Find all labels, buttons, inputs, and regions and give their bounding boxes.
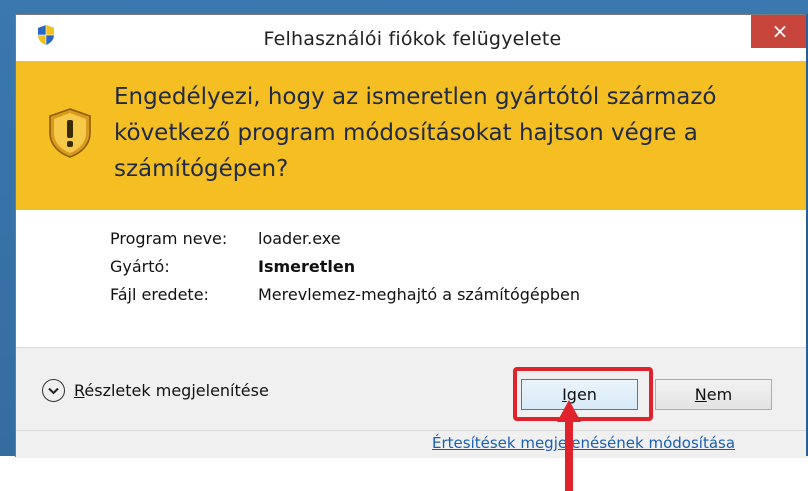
show-details-mnemonic: R (74, 381, 85, 400)
program-name-value: loader.exe (258, 229, 341, 248)
button-area: Részletek megjelenítése Igen Nem Értesít… (16, 347, 808, 458)
program-name-label: Program neve: (110, 229, 228, 248)
close-button[interactable]: × (751, 15, 808, 48)
change-notification-settings-link[interactable]: Értesítések megjelenésének módosítása (432, 434, 735, 452)
yes-button-highlight (513, 367, 653, 421)
no-mnemonic: N (694, 385, 707, 404)
publisher-value: Ismeretlen (258, 257, 356, 276)
uac-question: Engedélyezi, hogy az ismeretlen gyártótó… (114, 84, 717, 182)
title-bar: Felhasználói fiókok felügyelete × (16, 15, 808, 61)
page-bottom-margin (0, 456, 808, 491)
annotation-arrow-icon (557, 400, 581, 491)
show-details-text: észletek megjelenítése (84, 381, 269, 400)
window-title: Felhasználói fiókok felügyelete (263, 28, 562, 50)
file-origin-value: Merevlemez-meghajtó a számítógépben (258, 285, 581, 304)
warning-shield-icon (49, 108, 91, 158)
no-text: em (706, 385, 733, 404)
uac-dialog: Felhasználói fiókok felügyelete × Engedé… (15, 14, 808, 458)
warning-banner: Engedélyezi, hogy az ismeretlen gyártótó… (16, 61, 808, 210)
no-button[interactable]: Nem (655, 379, 772, 410)
divider (16, 430, 808, 431)
show-details-label[interactable]: Részletek megjelenítése (74, 381, 269, 400)
chevron-down-icon[interactable] (42, 379, 65, 402)
file-origin-label: Fájl eredete: (110, 285, 209, 304)
publisher-label: Gyártó: (110, 257, 170, 276)
